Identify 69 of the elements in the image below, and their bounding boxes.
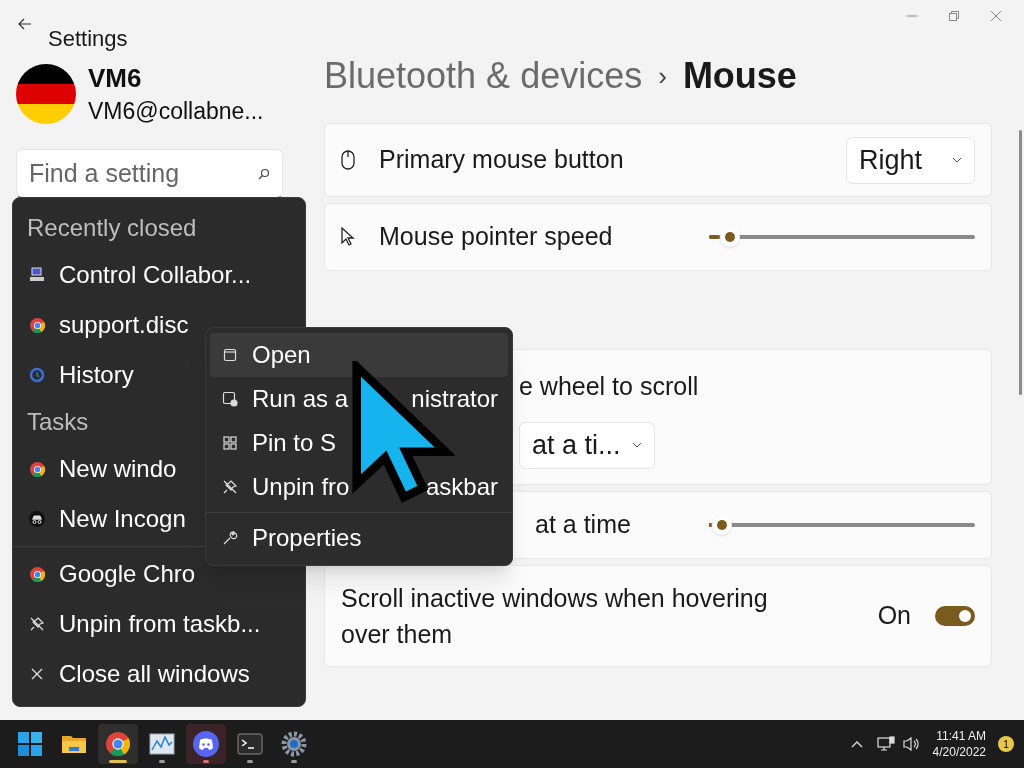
jump-list-heading: Recently closed [27, 213, 197, 243]
shield-window-icon [222, 391, 238, 407]
speaker-icon[interactable] [902, 736, 921, 752]
chrome-icon [106, 732, 130, 756]
computer-icon [29, 267, 45, 283]
jump-list-item[interactable]: Control Collabor... [13, 250, 305, 300]
dropdown[interactable]: Right [846, 136, 975, 184]
breadcrumb-separator: › [658, 59, 667, 93]
setting-label: Primary mouse button [379, 144, 625, 176]
setting-label: Scroll inactive windows when hovering over them [341, 583, 769, 650]
clock[interactable]: 11:41 AM 4/20/2022 [932, 728, 986, 760]
context-menu-item[interactable]: Pin to S [210, 421, 508, 465]
taskbar-app[interactable] [186, 724, 226, 764]
close-window-icon[interactable] [990, 10, 1002, 22]
setting-label: at a time [535, 509, 632, 541]
wrench-icon [222, 530, 238, 546]
slider[interactable] [709, 515, 975, 535]
window-icon [223, 348, 237, 362]
network-icon[interactable] [876, 736, 895, 752]
context-menu-item[interactable]: Properties [210, 516, 508, 560]
maximize-icon[interactable] [948, 10, 960, 22]
taskbar-app[interactable] [98, 724, 138, 764]
close-icon [30, 667, 44, 681]
chart-window-icon[interactable] [149, 733, 175, 755]
account-name: VM6 [88, 62, 143, 95]
folder-icon[interactable] [61, 733, 87, 755]
chevron-up-icon[interactable] [850, 740, 863, 748]
unpin-icon [29, 616, 45, 632]
discord-icon[interactable] [193, 731, 219, 757]
page-title: Mouse [682, 54, 797, 98]
slider-thumb[interactable] [712, 515, 733, 535]
chevron-down-icon [952, 157, 962, 163]
toggle-switch[interactable] [935, 606, 975, 626]
breadcrumb-parent[interactable]: Bluetooth & devices [324, 49, 643, 103]
menu-label-fragment: askbar [425, 472, 498, 502]
avatar-flag [16, 64, 76, 124]
slider-thumb[interactable] [720, 227, 741, 247]
chrome-icon [29, 566, 45, 582]
back-arrow-icon[interactable] [18, 18, 32, 30]
jump-list-heading: Tasks [27, 407, 89, 437]
unpin-icon [222, 479, 238, 495]
jump-list-item[interactable]: Close all windows [13, 649, 305, 699]
context-menu-item[interactable]: Open [210, 333, 508, 377]
mouse-icon [341, 150, 355, 170]
pointer-icon [341, 227, 355, 247]
context-menu-item[interactable]: Unpin fro askbar [210, 465, 508, 509]
notification-badge[interactable]: 1 [998, 736, 1014, 752]
context-menu-item[interactable]: Run as a nistrator [210, 377, 508, 421]
terminal-icon[interactable] [237, 733, 263, 755]
window-title: Settings [48, 25, 128, 53]
setting-label: e wheel to scroll [519, 371, 700, 402]
windows-logo-icon[interactable] [18, 732, 42, 756]
history-icon [29, 367, 45, 383]
search-field[interactable]: Find a setting [16, 149, 283, 198]
gear-icon[interactable] [281, 731, 307, 757]
menu-label-fragment: nistrator [411, 384, 498, 414]
chevron-down-icon [632, 442, 642, 448]
grid-icon [223, 436, 237, 450]
account-email: VM6@collabne... [88, 97, 264, 126]
jump-list-item[interactable]: Unpin from taskb... [13, 599, 305, 649]
chrome-icon [29, 461, 45, 477]
dropdown[interactable]: at a ti... [519, 421, 655, 469]
slider[interactable] [709, 227, 975, 247]
scrollbar[interactable] [1018, 130, 1022, 395]
chrome-icon [29, 317, 45, 333]
setting-label: Mouse pointer speed [379, 221, 614, 253]
toggle-state: On [877, 600, 911, 632]
incognito-icon [29, 511, 45, 527]
search-icon [258, 167, 270, 180]
